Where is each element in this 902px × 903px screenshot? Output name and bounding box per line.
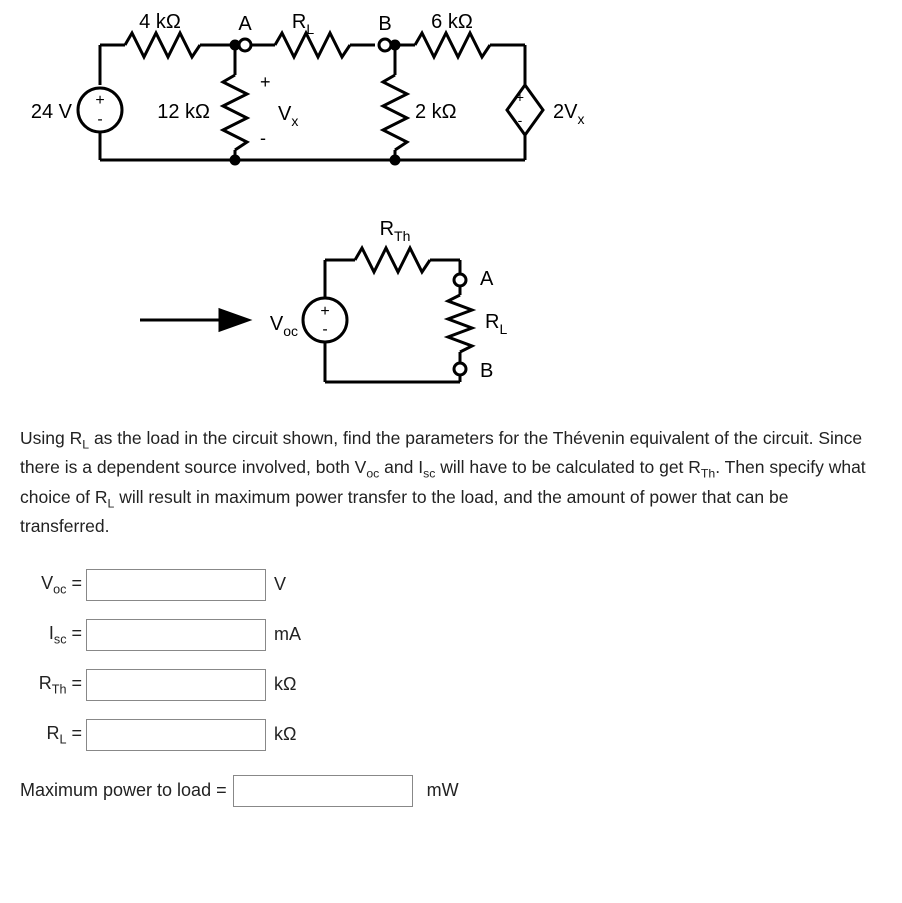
- th-node-a: A: [480, 268, 494, 290]
- pmax-input[interactable]: [233, 775, 413, 807]
- th-rl-label: RL: [485, 311, 507, 337]
- r2k-label: 2 kΩ: [415, 101, 457, 123]
- rth-unit: kΩ: [274, 674, 296, 695]
- dep-plus: +: [516, 89, 524, 105]
- vx-plus: +: [260, 72, 271, 92]
- voc-label: Voc: [270, 313, 298, 339]
- rl-row: RL = kΩ: [20, 719, 882, 751]
- pmax-unit: mW: [427, 780, 459, 801]
- rl-top-label: RL: [292, 11, 314, 37]
- circuit-1: 4 kΩ A RL B 6 kΩ: [31, 11, 585, 164]
- vsrc-minus: -: [97, 111, 102, 128]
- isc-input-label: Isc =: [20, 623, 82, 647]
- voc-minus: -: [322, 321, 327, 338]
- dep-label: 2Vx: [553, 101, 584, 127]
- rth-input[interactable]: [86, 669, 266, 701]
- vsrc-label: 24 V: [31, 101, 73, 123]
- r12k-label: 12 kΩ: [157, 101, 210, 123]
- arrow-icon: [140, 310, 248, 330]
- voc-input-label: Voc =: [20, 573, 82, 597]
- rl-input[interactable]: [86, 719, 266, 751]
- circuit-svg: 4 kΩ A RL B 6 kΩ: [20, 10, 640, 390]
- isc-unit: mA: [274, 624, 301, 645]
- pmax-label: Maximum power to load =: [20, 780, 227, 801]
- voc-unit: V: [274, 574, 286, 595]
- dep-minus: -: [518, 112, 523, 128]
- rl-input-label: RL =: [20, 723, 82, 747]
- rth-label: RTh: [380, 218, 411, 244]
- rth-row: RTh = kΩ: [20, 669, 882, 701]
- isc-input[interactable]: [86, 619, 266, 651]
- circuit-diagrams: 4 kΩ A RL B 6 kΩ: [20, 10, 882, 395]
- voc-plus: +: [320, 303, 329, 320]
- node-a-label: A: [238, 13, 252, 35]
- vsrc-plus: +: [95, 92, 104, 109]
- rth-input-label: RTh =: [20, 673, 82, 697]
- pmax-row: Maximum power to load = mW: [20, 775, 882, 807]
- problem-text: Using RL as the load in the circuit show…: [20, 425, 882, 541]
- vx-label: Vx: [278, 103, 298, 129]
- voc-input[interactable]: [86, 569, 266, 601]
- vx-minus: -: [260, 128, 266, 148]
- r1-label: 4 kΩ: [139, 11, 181, 33]
- node-b-label: B: [378, 13, 391, 35]
- rl-unit: kΩ: [274, 724, 296, 745]
- voc-row: Voc = V: [20, 569, 882, 601]
- circuit-2: RTh A RL B + - Voc: [270, 218, 508, 382]
- isc-row: Isc = mA: [20, 619, 882, 651]
- th-node-b: B: [480, 360, 493, 382]
- r6k-label: 6 kΩ: [431, 11, 473, 33]
